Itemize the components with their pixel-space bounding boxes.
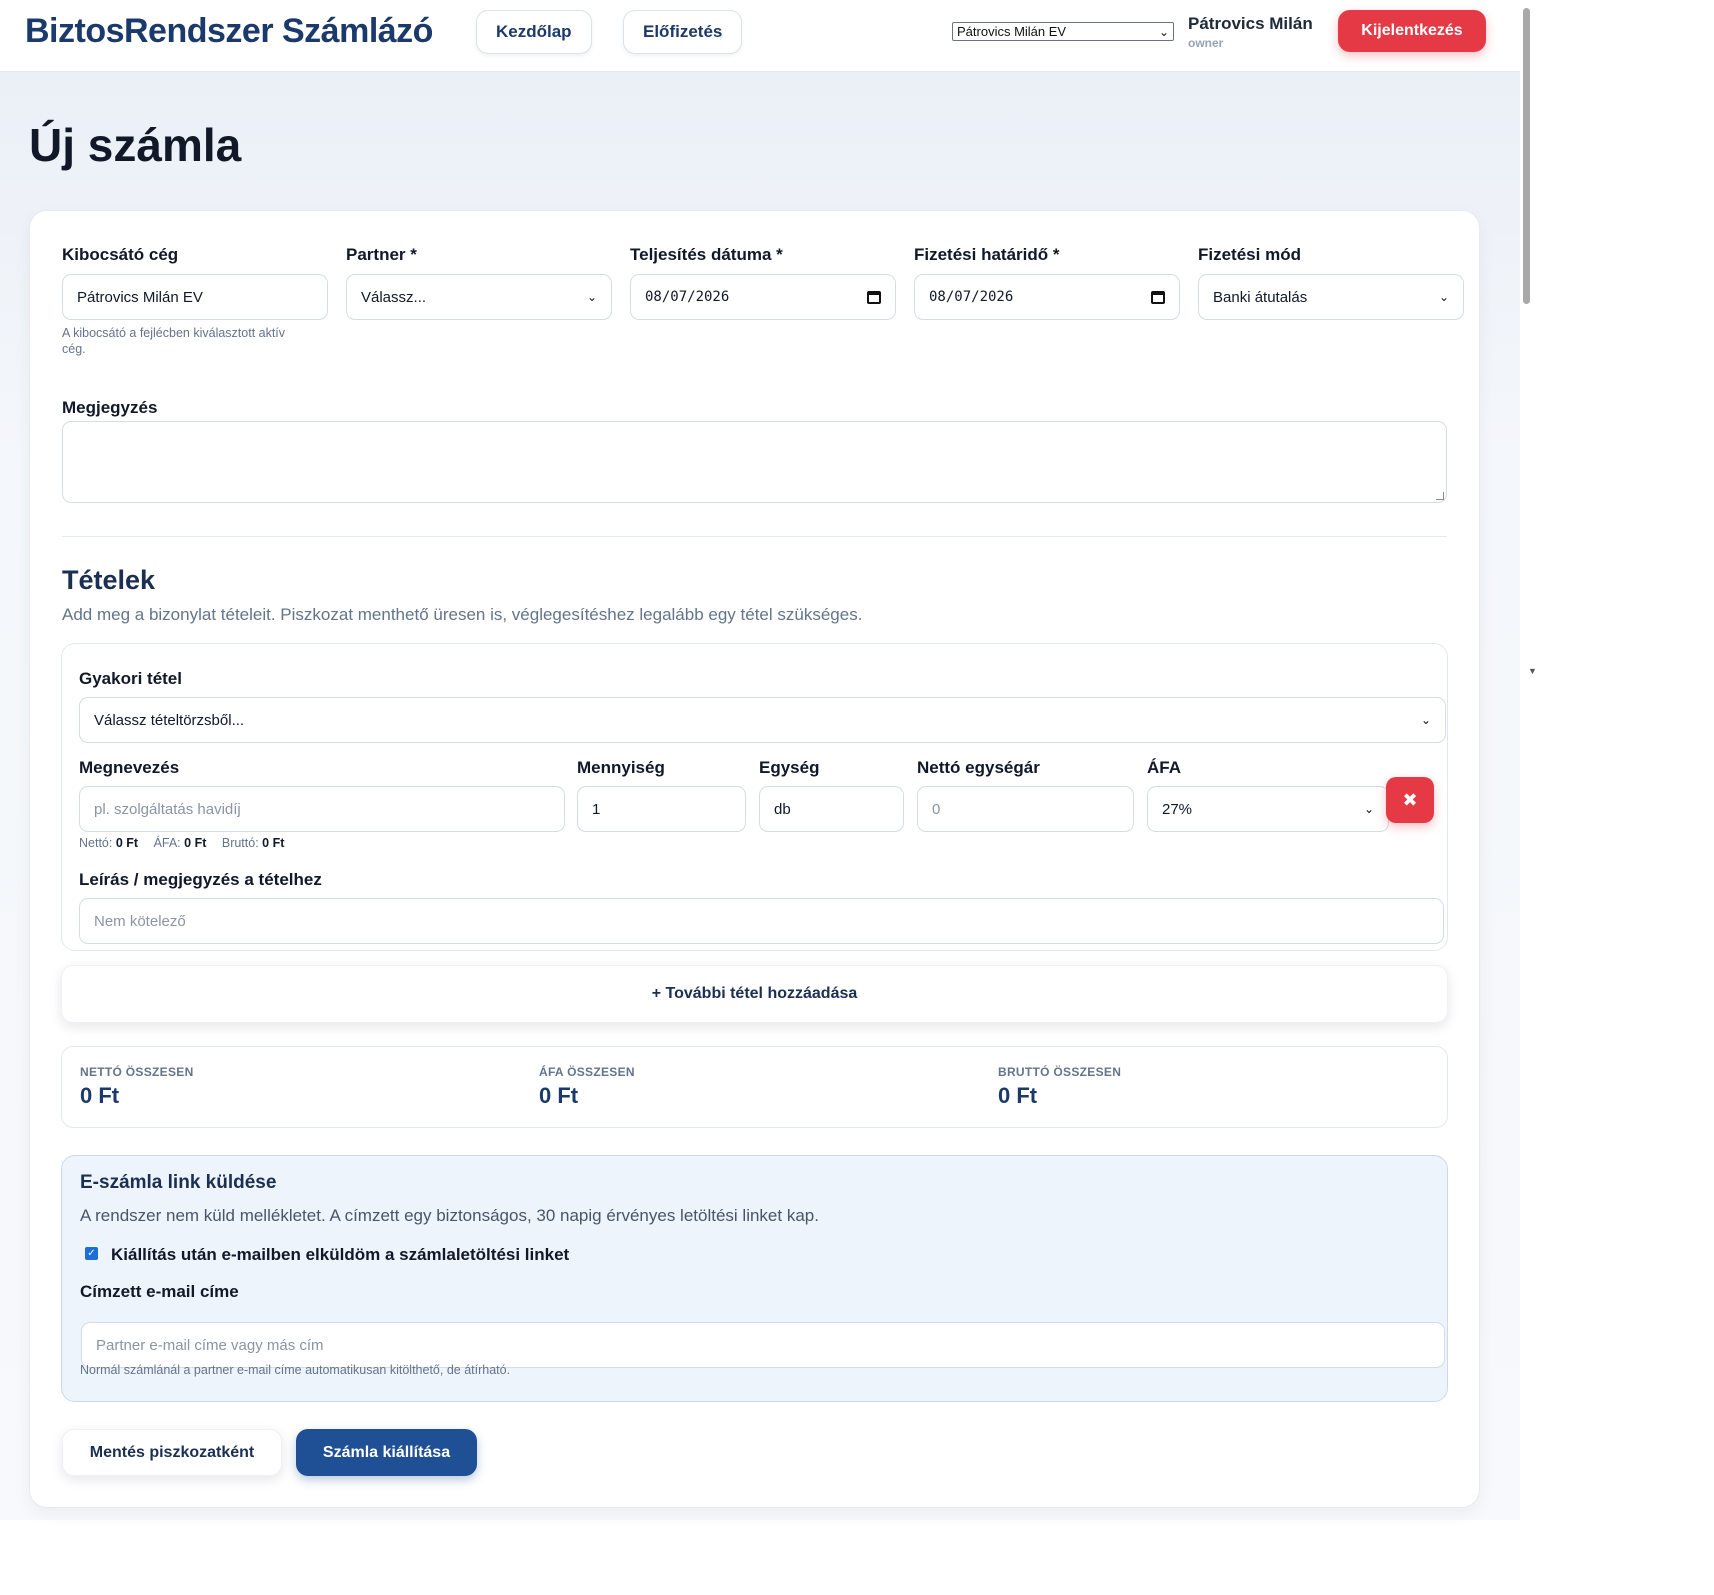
quantity-input[interactable]: 1 [577, 786, 746, 832]
scroll-down-arrow-icon[interactable]: ▼ [1528, 666, 1537, 676]
user-role: owner [1188, 36, 1224, 50]
common-item-label: Gyakori tétel [79, 669, 182, 688]
vat-value: 27% [1162, 800, 1193, 818]
line-net-value: 0 Ft [115, 836, 139, 850]
items-section-title: Tételek [62, 565, 156, 595]
add-item-button[interactable]: + További tétel hozzáadása [61, 965, 1448, 1023]
line-gross-value: 0 Ft [262, 836, 285, 850]
issuer-label: Kibocsátó cég [62, 245, 179, 264]
scrollbar-thumb[interactable] [1523, 8, 1530, 304]
item-description-placeholder: Nem kötelező [94, 912, 186, 930]
active-company-value: Pátrovics Milán EV [957, 24, 1067, 39]
note-label: Megjegyzés [62, 398, 158, 417]
payment-method-value: Banki átutalás [1213, 288, 1308, 306]
issuer-hint: A kibocsátó a fejlécben kiválasztott akt… [62, 326, 286, 356]
fulfillment-date-value: 08/07/2026 [645, 289, 730, 305]
save-draft-button[interactable]: Mentés piszkozatként [62, 1429, 282, 1476]
issuer-value: Pátrovics Milán EV [77, 288, 203, 306]
net-unit-price-input[interactable]: 0 [917, 786, 1134, 832]
payment-method-label: Fizetési mód [1198, 245, 1301, 264]
item-line-totals: Nettó: 0 Ft ÁFA: 0 Ft Bruttó: 0 Ft [79, 836, 284, 850]
user-name: Pátrovics Milán [1188, 14, 1313, 33]
calendar-icon[interactable] [867, 290, 881, 304]
calendar-icon[interactable] [1151, 290, 1165, 304]
totals-summary: NETTÓ ÖSSZESEN 0 Ft ÁFA ÖSSZESEN 0 Ft BR… [61, 1046, 1448, 1128]
total-vat-label: ÁFA ÖSSZESEN [539, 1065, 635, 1079]
partner-select[interactable]: Válassz... ⌄ [346, 274, 612, 320]
chevron-down-icon: ⌄ [1438, 290, 1449, 304]
due-date-input[interactable]: 08/07/2026 [914, 274, 1180, 320]
logout-button[interactable]: Kijelentkezés [1338, 10, 1486, 52]
chevron-down-icon: ⌄ [1363, 802, 1374, 816]
active-company-select[interactable]: Pátrovics Milán EV ⌄ [952, 22, 1174, 41]
quantity-value: 1 [592, 800, 601, 818]
total-net-label: NETTÓ ÖSSZESEN [80, 1065, 194, 1079]
app-logo-title[interactable]: BiztosRendszer Számlázó [25, 12, 433, 51]
due-date-label: Fizetési határidő * [914, 245, 1060, 264]
common-item-select[interactable]: Válassz tételtörzsből... ⌄ [79, 697, 1446, 743]
issuer-field[interactable]: Pátrovics Milán EV [62, 274, 328, 320]
send-email-checkbox-label[interactable]: Kiállítás után e-mailben elküldöm a szám… [111, 1245, 569, 1265]
common-item-value: Válassz tételtörzsből... [94, 711, 245, 729]
fulfillment-date-label: Teljesítés dátuma * [630, 245, 783, 264]
item-description-label: Leírás / megjegyzés a tételhez [79, 870, 322, 889]
total-gross-label: BRUTTÓ ÖSSZESEN [998, 1065, 1122, 1079]
total-vat-value: 0 Ft [539, 1083, 579, 1108]
page-title: Új számla [29, 119, 242, 171]
recipient-email-placeholder: Partner e-mail címe vagy más cím [96, 1336, 324, 1354]
send-email-checkbox[interactable]: ✓ [85, 1247, 98, 1260]
nav-home-button[interactable]: Kezdőlap [476, 10, 592, 54]
partner-label: Partner * [346, 245, 417, 264]
items-section-subtitle: Add meg a bizonylat tételeit. Piszkozat … [62, 605, 863, 624]
item-name-input[interactable]: pl. szolgáltatás havidíj [79, 786, 565, 832]
unit-input[interactable]: db [759, 786, 904, 832]
close-icon: ✖ [1402, 789, 1418, 810]
resize-handle-icon[interactable] [1436, 492, 1444, 500]
remove-item-button[interactable]: ✖ [1386, 777, 1434, 823]
nav-subscription-button[interactable]: Előfizetés [623, 10, 743, 54]
top-navigation-bar: BiztosRendszer Számlázó Kezdőlap Előfize… [0, 0, 1520, 72]
checkmark-icon: ✓ [87, 1248, 96, 1259]
payment-method-select[interactable]: Banki átutalás ⌄ [1198, 274, 1464, 320]
quantity-label: Mennyiség [577, 758, 665, 777]
chevron-down-icon: ⌄ [586, 290, 597, 304]
item-name-placeholder: pl. szolgáltatás havidíj [94, 800, 241, 818]
item-name-label: Megnevezés [79, 758, 180, 777]
net-unit-price-label: Nettó egységár [917, 758, 1040, 777]
fulfillment-date-input[interactable]: 08/07/2026 [630, 274, 896, 320]
line-vat-value: 0 Ft [184, 836, 207, 850]
recipient-email-label: Címzett e-mail címe [80, 1282, 239, 1301]
vat-label: ÁFA [1147, 758, 1181, 777]
total-net-value: 0 Ft [80, 1083, 120, 1108]
issue-invoice-button[interactable]: Számla kiállítása [296, 1429, 477, 1476]
net-unit-price-placeholder: 0 [932, 800, 941, 818]
partner-value: Válassz... [361, 288, 427, 306]
email-section-subtitle: A rendszer nem küld mellékletet. A címze… [80, 1206, 819, 1225]
item-description-input[interactable]: Nem kötelező [79, 898, 1444, 944]
chevron-down-icon: ⌄ [1420, 713, 1431, 727]
recipient-email-input[interactable]: Partner e-mail címe vagy más cím [81, 1322, 1445, 1368]
email-section-title: E-számla link küldése [80, 1172, 277, 1193]
due-date-value: 08/07/2026 [929, 289, 1014, 305]
total-gross-value: 0 Ft [998, 1083, 1038, 1108]
line-net-label: Nettó: [79, 836, 113, 850]
line-vat-label: ÁFA: [153, 836, 181, 850]
vat-select[interactable]: 27% ⌄ [1147, 786, 1389, 832]
chevron-down-icon: ⌄ [1158, 24, 1169, 39]
note-textarea[interactable] [62, 421, 1447, 503]
unit-value: db [774, 800, 791, 818]
line-gross-label: Bruttó: [221, 836, 259, 850]
recipient-email-hint: Normál számlánál a partner e-mail címe a… [80, 1363, 511, 1377]
unit-label: Egység [759, 758, 820, 777]
section-divider [62, 536, 1447, 537]
